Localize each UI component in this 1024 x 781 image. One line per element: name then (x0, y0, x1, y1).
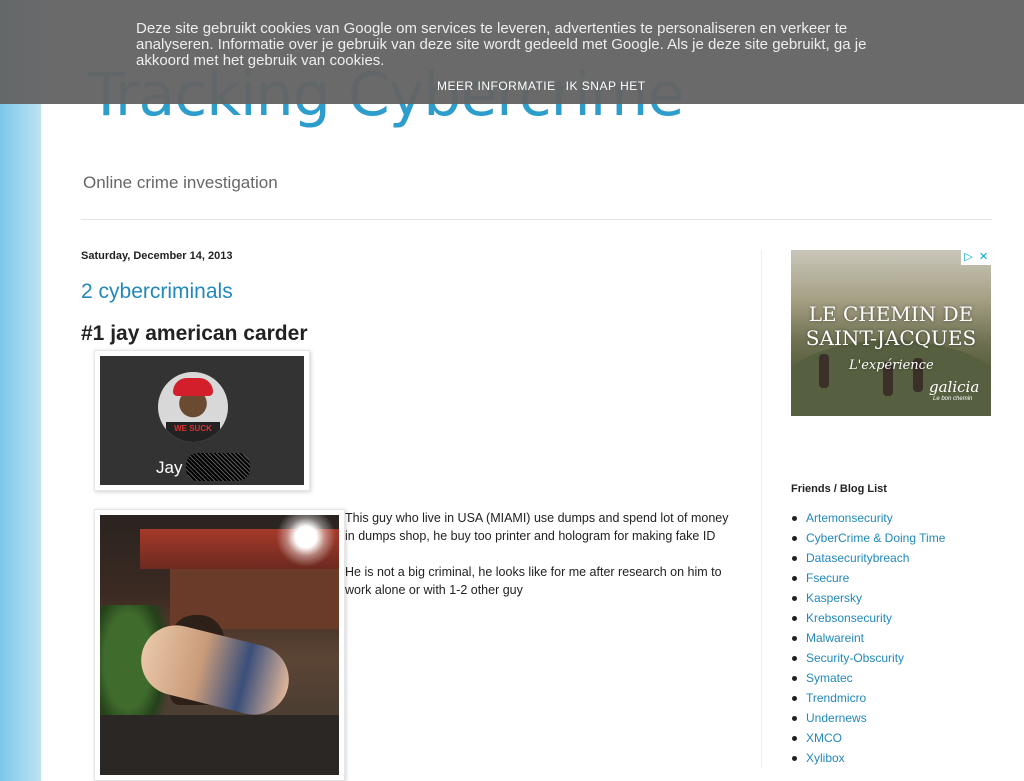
blog-list-item[interactable]: Datasecuritybreach (791, 548, 945, 568)
blog-list-link[interactable]: Security-Obscurity (806, 651, 904, 665)
post-date: Saturday, December 14, 2013 (81, 250, 233, 262)
blog-list-item[interactable]: Symatec (791, 668, 945, 688)
sidebar-ad[interactable]: LE CHEMIN DE SAINT-JACQUES L'expérience … (791, 250, 991, 416)
header-divider (81, 219, 992, 220)
blog-list-link[interactable]: XMCO (806, 731, 842, 745)
ad-headline-line: SAINT-JACQUES (805, 326, 977, 350)
ad-brand: galicia (929, 378, 980, 396)
blog-list-item[interactable]: Artemonsecurity (791, 508, 945, 528)
ad-walker (819, 354, 829, 388)
ad-tagline: L'expérience (849, 358, 934, 373)
blog-list-item[interactable]: Kaspersky (791, 588, 945, 608)
blog-list-item[interactable]: XMCO (791, 728, 945, 748)
post-paragraph: He is not a big criminal, he looks like … (345, 565, 722, 597)
blog-list-link[interactable]: Datasecuritybreach (806, 551, 909, 565)
blog-list-item[interactable]: Krebsonsecurity (791, 608, 945, 628)
profile-screenshot: WE SUCK Jay (100, 356, 304, 485)
blog-list-link[interactable]: Fsecure (806, 571, 849, 585)
photo-ground (100, 715, 339, 775)
blog-list-item[interactable]: Undernews (791, 708, 945, 728)
shirt-graphic: WE SUCK (166, 422, 220, 442)
cookie-notice-text: Deze site gebruikt cookies van Google om… (136, 20, 867, 69)
photo-frame[interactable] (94, 509, 345, 781)
blog-list-link[interactable]: CyberCrime & Doing Time (806, 531, 945, 545)
sidebar-divider (761, 250, 762, 768)
blog-page: Tracking Cybercrime Online crime investi… (41, 0, 1024, 781)
ad-brand-sub: Le bon chemin (933, 396, 973, 402)
blog-list: Artemonsecurity CyberCrime & Doing Time … (791, 508, 945, 768)
ad-headline: LE CHEMIN DE SAINT-JACQUES (791, 302, 991, 350)
blog-list-link[interactable]: Undernews (806, 711, 867, 725)
blog-list-link[interactable]: Trendmicro (806, 691, 866, 705)
blog-list-link[interactable]: Xylibox (806, 751, 845, 765)
blog-list-link[interactable]: Symatec (806, 671, 853, 685)
ad-headline-line: LE CHEMIN DE (808, 302, 974, 326)
redaction-scribble (186, 453, 250, 481)
blog-description: Online crime investigation (83, 173, 278, 192)
post-heading: #1 jay american carder (81, 322, 308, 345)
accept-cookies-button[interactable]: IK SNAP HET (566, 79, 646, 93)
suspect-photo (100, 515, 339, 775)
post-paragraph: This guy who live in USA (MIAMI) use dum… (345, 511, 729, 543)
blog-list-link[interactable]: Krebsonsecurity (806, 611, 892, 625)
blog-list-item[interactable]: Fsecure (791, 568, 945, 588)
cookie-banner: Deze site gebruikt cookies van Google om… (0, 0, 1024, 104)
cap-graphic (173, 378, 213, 396)
more-info-button[interactable]: MEER INFORMATIE (437, 79, 556, 93)
blog-list-item[interactable]: Malwareint (791, 628, 945, 648)
post-body: This guy who live in USA (MIAMI) use dum… (345, 509, 737, 617)
profile-image-frame[interactable]: WE SUCK Jay (94, 350, 310, 491)
blog-list-item[interactable]: CyberCrime & Doing Time (791, 528, 945, 548)
post-title-link[interactable]: 2 cybercriminals (81, 280, 233, 304)
ad-controls: ▷ ✕ (961, 250, 991, 265)
profile-avatar: WE SUCK (158, 372, 228, 442)
blog-list-item[interactable]: Security-Obscurity (791, 648, 945, 668)
blog-list-item[interactable]: Xylibox (791, 748, 945, 768)
cookie-buttons: MEER INFORMATIE IK SNAP HET (437, 79, 656, 93)
profile-name: Jay (156, 458, 183, 477)
ad-choices-icon[interactable]: ▷ (961, 250, 976, 265)
blog-list-link[interactable]: Malwareint (806, 631, 864, 645)
blog-list-title: Friends / Blog List (791, 483, 887, 495)
close-icon[interactable]: ✕ (976, 250, 991, 265)
blog-list-link[interactable]: Kaspersky (806, 591, 862, 605)
blog-list-item[interactable]: Trendmicro (791, 688, 945, 708)
blog-list-link[interactable]: Artemonsecurity (806, 511, 893, 525)
